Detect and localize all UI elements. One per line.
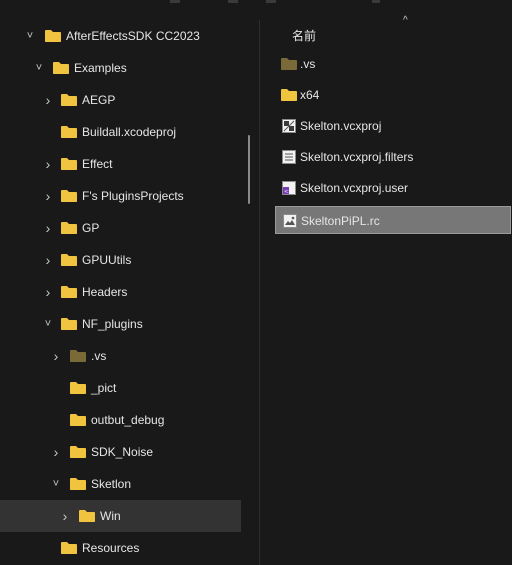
tree-item[interactable]: Buildall.xcodeproj — [0, 116, 241, 148]
tree-item[interactable]: › GP — [0, 212, 241, 244]
file-row[interactable]: .vs — [275, 50, 511, 78]
folder-icon — [60, 541, 78, 555]
column-header-name[interactable]: 名前 — [292, 27, 316, 44]
tree-item-label: GP — [82, 221, 100, 235]
file-name: Skelton.vcxproj — [300, 119, 382, 133]
tree-item[interactable]: ˅ AfterEffectsSDK CC2023 — [0, 20, 241, 52]
tree-item-label: .vs — [91, 349, 107, 363]
tree-item-label: Sketlon — [91, 477, 132, 491]
folder-icon — [60, 285, 78, 299]
tree-item-label: AEGP — [82, 93, 116, 107]
tree-item[interactable]: › .vs — [0, 340, 241, 372]
chevron-down-icon[interactable]: ˅ — [42, 318, 54, 330]
tree-item-label: GPUUtils — [82, 253, 132, 267]
tree-item[interactable]: Resources — [0, 532, 241, 564]
chevron-right-icon[interactable]: › — [42, 253, 54, 267]
toolbar-fragment — [372, 0, 380, 3]
tree-item-label: SDK_Noise — [91, 445, 154, 459]
svg-text:<>: <> — [284, 189, 292, 195]
folder-icon — [60, 93, 78, 107]
chevron-right-icon[interactable]: › — [42, 93, 54, 107]
tree-item[interactable]: › GPUUtils — [0, 244, 241, 276]
folder-icon — [69, 381, 87, 395]
folder-icon — [60, 125, 78, 139]
chevron-down-icon[interactable]: ˅ — [33, 62, 45, 74]
tree-item[interactable]: › Effect — [0, 148, 241, 180]
tree-item[interactable]: ˅ Examples — [0, 52, 241, 84]
tree-item[interactable]: ˅ Sketlon — [0, 468, 241, 500]
tree-scrollbar[interactable] — [248, 135, 250, 204]
file-name: SkeltonPiPL.rc — [301, 214, 380, 228]
tree-item-label: F's PluginsProjects — [82, 189, 184, 203]
chevron-right-icon[interactable]: › — [42, 285, 54, 299]
tree-item[interactable]: › AEGP — [0, 84, 241, 116]
rc-file-icon — [282, 213, 298, 229]
tree-item-label: _pict — [91, 381, 117, 395]
folder-icon — [69, 349, 87, 363]
chevron-right-icon[interactable]: › — [42, 189, 54, 203]
folder-icon — [280, 88, 298, 102]
file-name: Skelton.vcxproj.user — [300, 181, 409, 195]
tree-item-label: Examples — [74, 61, 127, 75]
folder-icon — [280, 57, 298, 71]
toolbar-edge — [0, 0, 512, 20]
sort-caret-icon[interactable]: ^ — [403, 16, 408, 26]
user-file-icon: <> — [281, 180, 297, 196]
toolbar-fragment — [266, 0, 276, 3]
tree-item-label: Win — [100, 509, 121, 523]
chevron-right-icon[interactable]: › — [50, 445, 62, 459]
chevron-right-icon[interactable]: › — [42, 221, 54, 235]
tree-item-label: AfterEffectsSDK CC2023 — [66, 29, 200, 43]
tree-item-label: NF_plugins — [82, 317, 143, 331]
vcxproj-file-icon — [281, 118, 297, 134]
file-row[interactable]: x64 — [275, 81, 511, 109]
tree-item[interactable]: outbut_debug — [0, 404, 241, 436]
chevron-right-icon[interactable]: › — [42, 157, 54, 171]
tree-item[interactable]: › Win — [0, 500, 241, 532]
chevron-down-icon[interactable]: ˅ — [50, 478, 62, 490]
folder-icon — [52, 61, 70, 75]
tree-item[interactable]: › Headers — [0, 276, 241, 308]
pane-splitter[interactable] — [259, 20, 260, 565]
tree-item[interactable]: › F's PluginsProjects — [0, 180, 241, 212]
folder-icon — [69, 413, 87, 427]
file-name: Skelton.vcxproj.filters — [300, 150, 414, 164]
folder-icon — [69, 445, 87, 459]
folder-icon — [60, 253, 78, 267]
tree-item-label: outbut_debug — [91, 413, 165, 427]
chevron-down-icon[interactable]: ˅ — [24, 30, 36, 42]
tree-item[interactable]: › SDK_Noise — [0, 436, 241, 468]
file-row[interactable]: Skelton.vcxproj.filters — [275, 143, 511, 171]
filters-file-icon — [281, 149, 297, 165]
file-row[interactable]: SkeltonPiPL.rc — [275, 206, 511, 234]
folder-icon — [69, 477, 87, 491]
tree-item-label: Buildall.xcodeproj — [82, 125, 177, 139]
tree-item[interactable]: ˅ NF_plugins — [0, 308, 241, 340]
file-name: x64 — [300, 88, 320, 102]
chevron-right-icon[interactable]: › — [50, 349, 62, 363]
folder-icon — [60, 221, 78, 235]
tree-item-label: Headers — [82, 285, 128, 299]
file-row[interactable]: Skelton.vcxproj — [275, 112, 511, 140]
tree-item-label: Resources — [82, 541, 140, 555]
folder-icon — [60, 189, 78, 203]
folder-icon — [78, 509, 96, 523]
file-name: .vs — [300, 57, 316, 71]
toolbar-fragment — [170, 0, 180, 3]
toolbar-fragment — [228, 0, 238, 3]
tree-item-label: Effect — [82, 157, 113, 171]
folder-icon — [60, 157, 78, 171]
chevron-right-icon[interactable]: › — [59, 509, 71, 523]
folder-icon — [44, 29, 62, 43]
file-row[interactable]: <> Skelton.vcxproj.user — [275, 174, 511, 202]
folder-icon — [60, 317, 78, 331]
tree-item[interactable]: _pict — [0, 372, 241, 404]
